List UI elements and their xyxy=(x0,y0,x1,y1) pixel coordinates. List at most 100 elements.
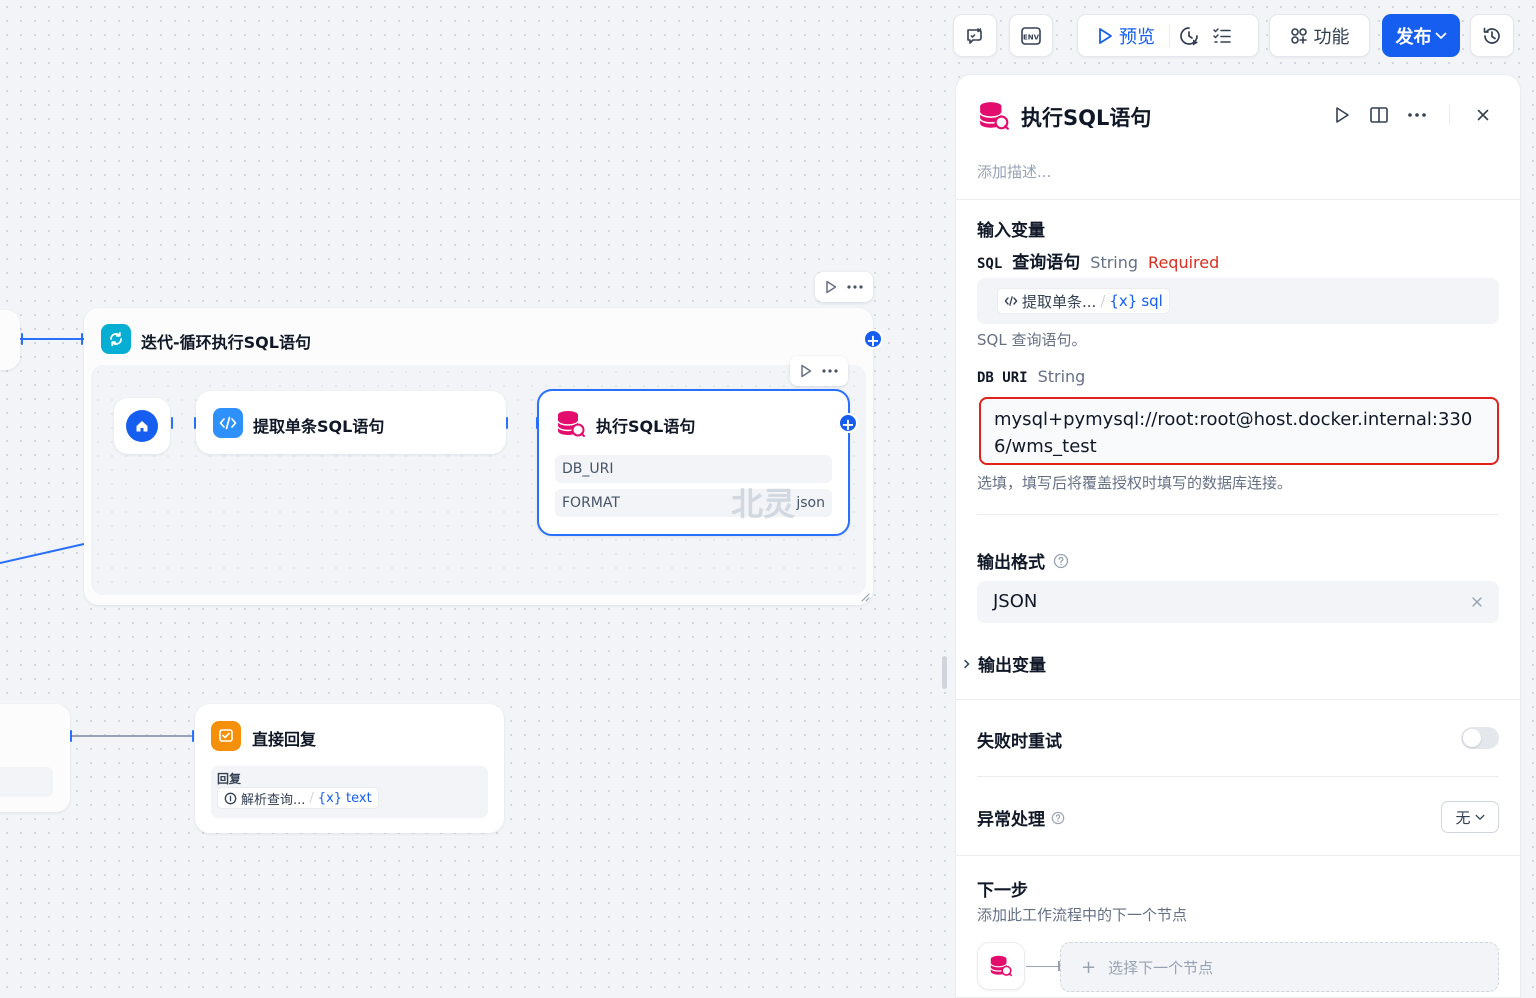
divider xyxy=(1169,24,1170,47)
divider xyxy=(977,514,1499,515)
select-next-node-button[interactable]: + 选择下一个节点 xyxy=(1060,942,1499,992)
variable-type: String xyxy=(1090,253,1139,272)
output-variables-title: 输出变量 xyxy=(978,656,1046,676)
divider xyxy=(956,855,1520,856)
tag-separator: / xyxy=(309,790,314,806)
output-format-value: JSON xyxy=(993,591,1038,612)
direct-reply-node[interactable]: 直接回复 回复 解析查询... / {x} text xyxy=(195,704,504,833)
info-icon xyxy=(224,792,237,804)
features-button[interactable]: 功能 xyxy=(1269,14,1370,57)
code-icon xyxy=(213,408,243,438)
publish-button[interactable]: 发布 xyxy=(1382,14,1460,57)
panel-title[interactable]: 执行SQL语句 xyxy=(1021,102,1151,132)
output-format-select[interactable]: JSON xyxy=(977,581,1499,623)
sql-node-title: 执行SQL语句 xyxy=(596,417,696,436)
tag-variable: text xyxy=(346,790,372,806)
execute-sql-node[interactable]: 执行SQL语句 DB_URI FORMAT json 北灵 xyxy=(537,389,850,536)
error-handling-select[interactable]: 无 xyxy=(1441,801,1499,833)
reply-icon xyxy=(211,721,241,751)
more-icon[interactable] xyxy=(847,285,863,289)
next-connector xyxy=(1026,966,1058,967)
handle[interactable] xyxy=(192,730,194,742)
variable-label: 查询语句 xyxy=(1012,253,1081,273)
resize-handle-icon[interactable] xyxy=(860,592,870,602)
extract-sql-node[interactable]: 提取单条SQL语句 xyxy=(196,391,506,454)
apps-icon xyxy=(1290,27,1307,44)
retry-toggle[interactable] xyxy=(1461,727,1499,749)
features-label: 功能 xyxy=(1313,26,1350,48)
tag-node: 解析查询... xyxy=(241,792,306,808)
variable-name: SQL xyxy=(977,256,1003,272)
partial-field xyxy=(0,767,53,797)
publish-label: 发布 xyxy=(1395,26,1432,48)
panel-database-icon xyxy=(978,101,1010,131)
header-divider xyxy=(1449,105,1450,125)
handle[interactable] xyxy=(70,730,72,742)
sql-variable-header: SQL 查询语句 String Required xyxy=(977,248,1219,273)
more-icon[interactable] xyxy=(822,369,838,373)
extract-node-title: 提取单条SQL语句 xyxy=(253,417,385,436)
error-handling-title: 异常处理 xyxy=(977,810,1045,830)
help-icon[interactable] xyxy=(1051,811,1065,825)
db-uri-value-line2: 6/wms_test xyxy=(994,436,1097,457)
output-variables-toggle[interactable]: 输出变量 xyxy=(963,651,1046,676)
checklist-icon xyxy=(967,27,982,44)
field-label: DB_URI xyxy=(562,461,614,477)
code-icon xyxy=(1004,296,1018,306)
list-check-icon xyxy=(1213,27,1231,43)
variable-type: String xyxy=(1037,367,1086,386)
svg-text:ENV: ENV xyxy=(1023,33,1040,41)
run-history-button[interactable] xyxy=(1178,25,1200,47)
checklist-view-button[interactable] xyxy=(1212,26,1232,46)
output-format-header: 输出格式 xyxy=(977,548,1069,573)
add-node-button[interactable]: + xyxy=(863,329,883,350)
variable-reference-tag[interactable]: 提取单条... / {x} sql xyxy=(997,288,1170,314)
reply-label: 回复 xyxy=(217,772,242,786)
required-badge: Required xyxy=(1148,253,1220,272)
help-icon[interactable] xyxy=(1053,553,1069,569)
reply-node-title: 直接回复 xyxy=(252,730,317,749)
env-icon: ENV xyxy=(1021,26,1041,45)
play-icon[interactable] xyxy=(800,364,812,378)
db-uri-input[interactable]: mysql+pymysql://root:root@host.docker.in… xyxy=(979,397,1499,465)
checklist-button[interactable] xyxy=(953,14,997,57)
preview-button[interactable]: 预览 xyxy=(1097,23,1155,49)
home-icon xyxy=(126,410,158,442)
partial-node-left-top[interactable] xyxy=(0,310,20,370)
database-icon xyxy=(990,955,1012,977)
run-history-icon xyxy=(1180,26,1198,45)
iteration-icon xyxy=(101,324,131,354)
tag-separator: / xyxy=(1100,292,1106,310)
close-icon[interactable] xyxy=(1477,109,1489,121)
db-uri-value-line1: mysql+pymysql://root:root@host.docker.in… xyxy=(994,409,1473,430)
play-icon[interactable] xyxy=(825,280,837,294)
chevron-down-icon xyxy=(1475,814,1484,820)
more-icon[interactable] xyxy=(1408,113,1426,117)
env-button[interactable]: ENV xyxy=(1009,14,1053,57)
next-step-title: 下一步 xyxy=(977,881,1028,901)
iteration-node-actions[interactable] xyxy=(815,272,873,302)
handle[interactable] xyxy=(171,417,173,429)
input-variables-title: 输入变量 xyxy=(977,221,1045,241)
clear-icon[interactable] xyxy=(1472,597,1482,607)
add-node-button[interactable]: + xyxy=(838,413,858,434)
sql-variable-input[interactable]: 提取单条... / {x} sql xyxy=(977,278,1499,324)
iteration-start-node[interactable] xyxy=(114,398,170,454)
help-book-icon[interactable] xyxy=(1369,106,1389,124)
field-label: FORMAT xyxy=(562,495,620,511)
select-next-node-label: 选择下一个节点 xyxy=(1108,958,1214,977)
handle[interactable] xyxy=(81,333,83,345)
partial-node-left-bottom[interactable] xyxy=(0,704,70,812)
preview-group: 预览 xyxy=(1077,14,1259,57)
panel-resize-grip[interactable] xyxy=(942,656,947,689)
handle[interactable] xyxy=(506,417,508,429)
sql-help-text: SQL 查询语句。 xyxy=(977,331,1087,349)
chevron-right-icon xyxy=(964,659,970,668)
divider xyxy=(956,199,1520,200)
description-input[interactable]: 添加描述... xyxy=(977,161,1051,182)
sql-node-actions[interactable] xyxy=(790,356,848,386)
version-history-button[interactable] xyxy=(1470,14,1514,57)
run-node-icon[interactable] xyxy=(1334,106,1350,124)
handle[interactable] xyxy=(21,333,23,345)
retry-title: 失败时重试 xyxy=(977,732,1062,752)
